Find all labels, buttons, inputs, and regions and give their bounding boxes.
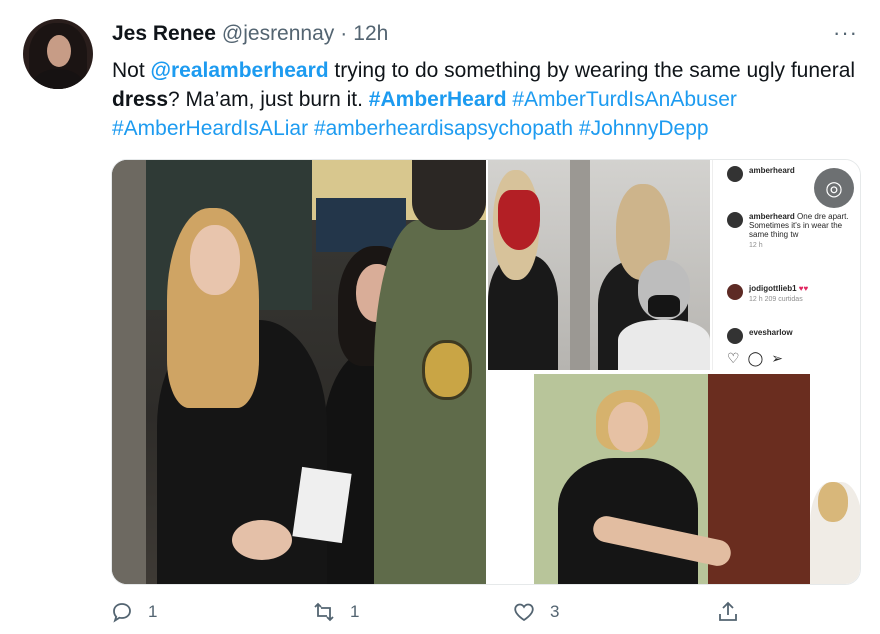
google-lens-icon[interactable]: ◎ xyxy=(814,168,854,208)
retweet-icon xyxy=(314,602,334,622)
ig-action-icons: ♡ ◯ ➢ xyxy=(727,350,783,367)
hashtag-link[interactable]: #AmberTurdIsAnAbuser xyxy=(512,88,737,111)
photo-courtroom[interactable] xyxy=(488,372,860,584)
text-part: Not xyxy=(112,59,151,82)
ig-next-comment: evesharlow xyxy=(727,328,793,344)
reply-icon xyxy=(113,603,131,623)
heart-icon xyxy=(514,603,534,622)
comment-icon: ◯ xyxy=(747,350,764,366)
ig-post-time: 12 h xyxy=(749,242,763,249)
reply-button[interactable]: 1 xyxy=(110,596,157,628)
send-icon: ➢ xyxy=(771,350,783,366)
share-icon xyxy=(719,601,737,621)
ig-comment-hearts: ♥♥ xyxy=(798,284,809,293)
ig-avatar xyxy=(727,212,743,228)
tweet-text: Not @realamberheard trying to do somethi… xyxy=(112,56,862,143)
like-button[interactable]: 3 xyxy=(512,596,559,628)
author-handle[interactable]: @jesrennay xyxy=(222,22,334,46)
ig-avatar xyxy=(727,166,743,182)
ig-comment-meta: 12 h 209 curtidas xyxy=(749,296,803,303)
tweet-header: Jes Renee @jesrennay · 12h xyxy=(112,22,388,48)
sheriff-badge-patch xyxy=(422,340,472,400)
ig-comment: jodigottlieb1 ♥♥ 12 h 209 curtidas xyxy=(727,284,808,304)
ig-post-caption: amberheard One dre apart. Sometimes it's… xyxy=(727,212,859,250)
reply-count: 1 xyxy=(148,602,158,621)
avatar[interactable] xyxy=(23,19,93,89)
ig-avatar xyxy=(727,328,743,344)
tweet-media-grid[interactable]: amberheard amberheard One dre apart. Som… xyxy=(111,159,861,585)
text-part: ? Ma’am, just burn it. xyxy=(168,88,369,111)
hashtag-link[interactable]: #AmberHeard xyxy=(369,88,507,111)
retweet-count: 1 xyxy=(350,602,360,621)
tweet-timestamp[interactable]: 12h xyxy=(353,22,388,46)
ig-next-name: evesharlow xyxy=(749,328,793,337)
tweet-action-bar: 1 1 3 xyxy=(110,596,750,628)
ig-comment-name: jodigottlieb1 xyxy=(749,284,797,293)
ig-header-name: amberheard xyxy=(749,166,795,175)
author-name[interactable]: Jes Renee xyxy=(112,22,216,46)
ig-header: amberheard xyxy=(727,166,795,182)
more-options-icon[interactable]: ··· xyxy=(833,20,858,46)
mention-link[interactable]: @realamberheard xyxy=(151,59,329,82)
tweet: Jes Renee @jesrennay · 12h ··· Not @real… xyxy=(0,0,880,634)
ig-avatar xyxy=(727,284,743,300)
hashtag-link[interactable]: #AmberHeardIsALiar xyxy=(112,117,308,140)
hashtag-link[interactable]: #amberheardisapsychopath xyxy=(314,117,573,140)
photo-instagram-screenshot[interactable]: amberheard amberheard One dre apart. Som… xyxy=(712,160,860,370)
ig-post-name: amberheard xyxy=(749,212,795,221)
photo-walking-group[interactable] xyxy=(488,160,710,370)
like-count: 3 xyxy=(550,602,560,621)
bold-word: dress xyxy=(112,88,169,111)
heart-outline-icon: ♡ xyxy=(727,350,740,366)
share-button[interactable] xyxy=(716,596,740,628)
hashtag-link[interactable]: #JohnnyDepp xyxy=(579,117,709,140)
text-part: trying to do something by wearing the sa… xyxy=(328,59,856,82)
header-separator: · xyxy=(340,22,348,45)
photo-courthouse[interactable] xyxy=(112,160,486,584)
retweet-button[interactable]: 1 xyxy=(312,596,359,628)
